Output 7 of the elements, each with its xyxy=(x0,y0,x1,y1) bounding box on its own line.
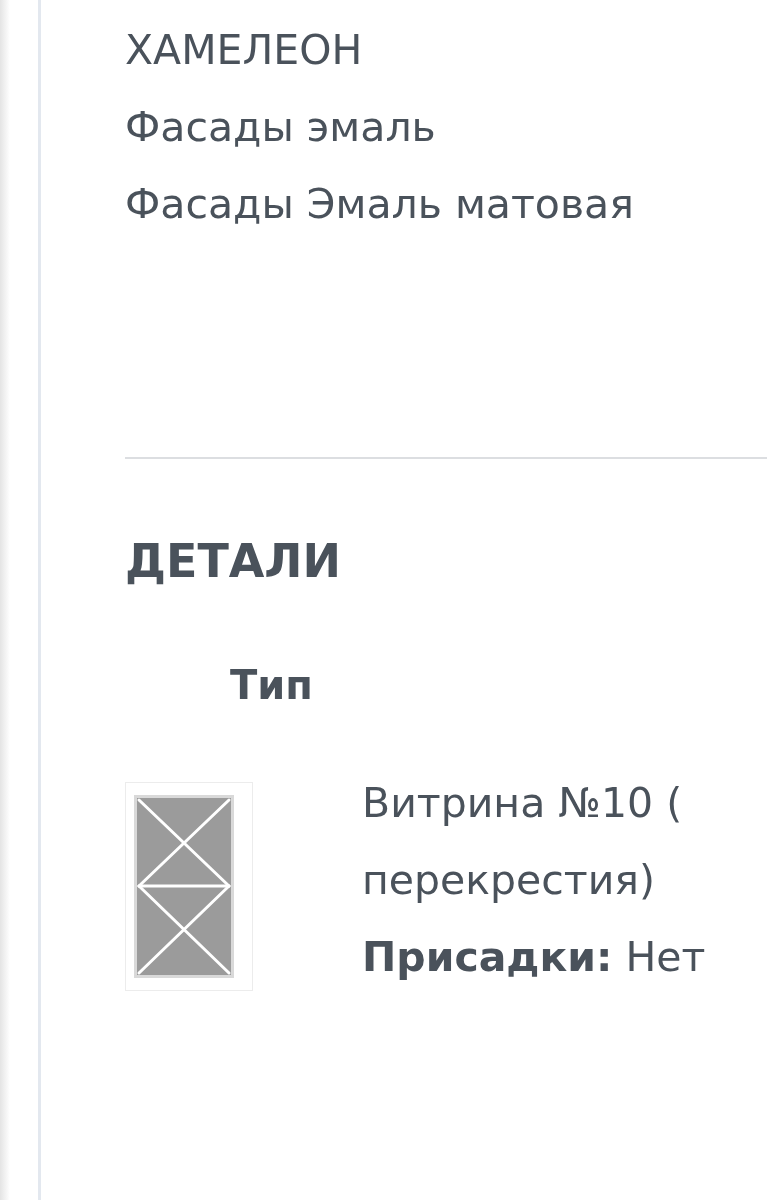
product-name: Витрина №10 ( перекрестия) xyxy=(362,778,684,906)
section-title: ДЕТАЛИ xyxy=(125,533,343,590)
category-label: Фасады эмаль xyxy=(125,102,437,153)
category-label: ХАМЕЛЕОН xyxy=(125,25,364,76)
product-attribute: Присадки: Нет xyxy=(362,932,707,983)
column-header: Тип xyxy=(229,661,314,710)
category-label: Фасады Эмаль матовая xyxy=(125,179,635,230)
